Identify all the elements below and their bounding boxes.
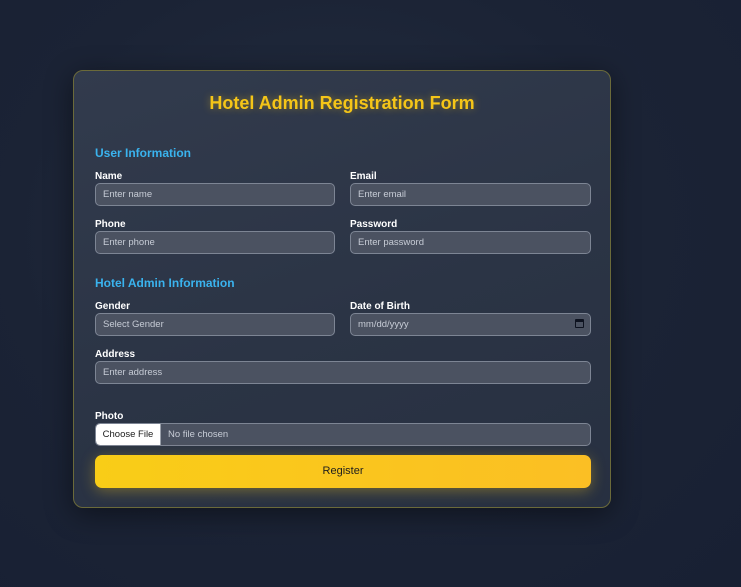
- date-of-birth-placeholder: mm/dd/yyyy: [358, 319, 409, 330]
- user-information-heading: User Information: [95, 146, 192, 160]
- phone-input[interactable]: Enter phone: [95, 231, 335, 254]
- email-label: Email: [350, 171, 377, 182]
- date-of-birth-input[interactable]: mm/dd/yyyy: [350, 313, 591, 336]
- date-of-birth-label: Date of Birth: [350, 301, 410, 312]
- choose-file-button[interactable]: Choose File: [96, 424, 161, 445]
- file-status-text: No file chosen: [168, 429, 229, 440]
- gender-select[interactable]: Select Gender: [95, 313, 335, 336]
- form-title: Hotel Admin Registration Form: [209, 93, 475, 113]
- phone-label: Phone: [95, 219, 126, 230]
- email-input[interactable]: Enter email: [350, 183, 591, 206]
- hotel-admin-information-heading: Hotel Admin Information: [95, 276, 235, 290]
- password-input[interactable]: Enter password: [350, 231, 591, 254]
- photo-label: Photo: [95, 411, 124, 422]
- registration-form-card: Hotel Admin Registration Form User Infor…: [73, 70, 611, 508]
- name-label: Name: [95, 171, 123, 182]
- password-label: Password: [350, 219, 398, 230]
- name-input[interactable]: Enter name: [95, 183, 335, 206]
- calendar-icon[interactable]: [575, 319, 584, 328]
- photo-file-input[interactable]: Choose File No file chosen: [95, 423, 591, 446]
- address-input[interactable]: Enter address: [95, 361, 591, 384]
- address-label: Address: [95, 349, 136, 360]
- register-button[interactable]: Register: [95, 455, 591, 488]
- gender-label: Gender: [95, 301, 131, 312]
